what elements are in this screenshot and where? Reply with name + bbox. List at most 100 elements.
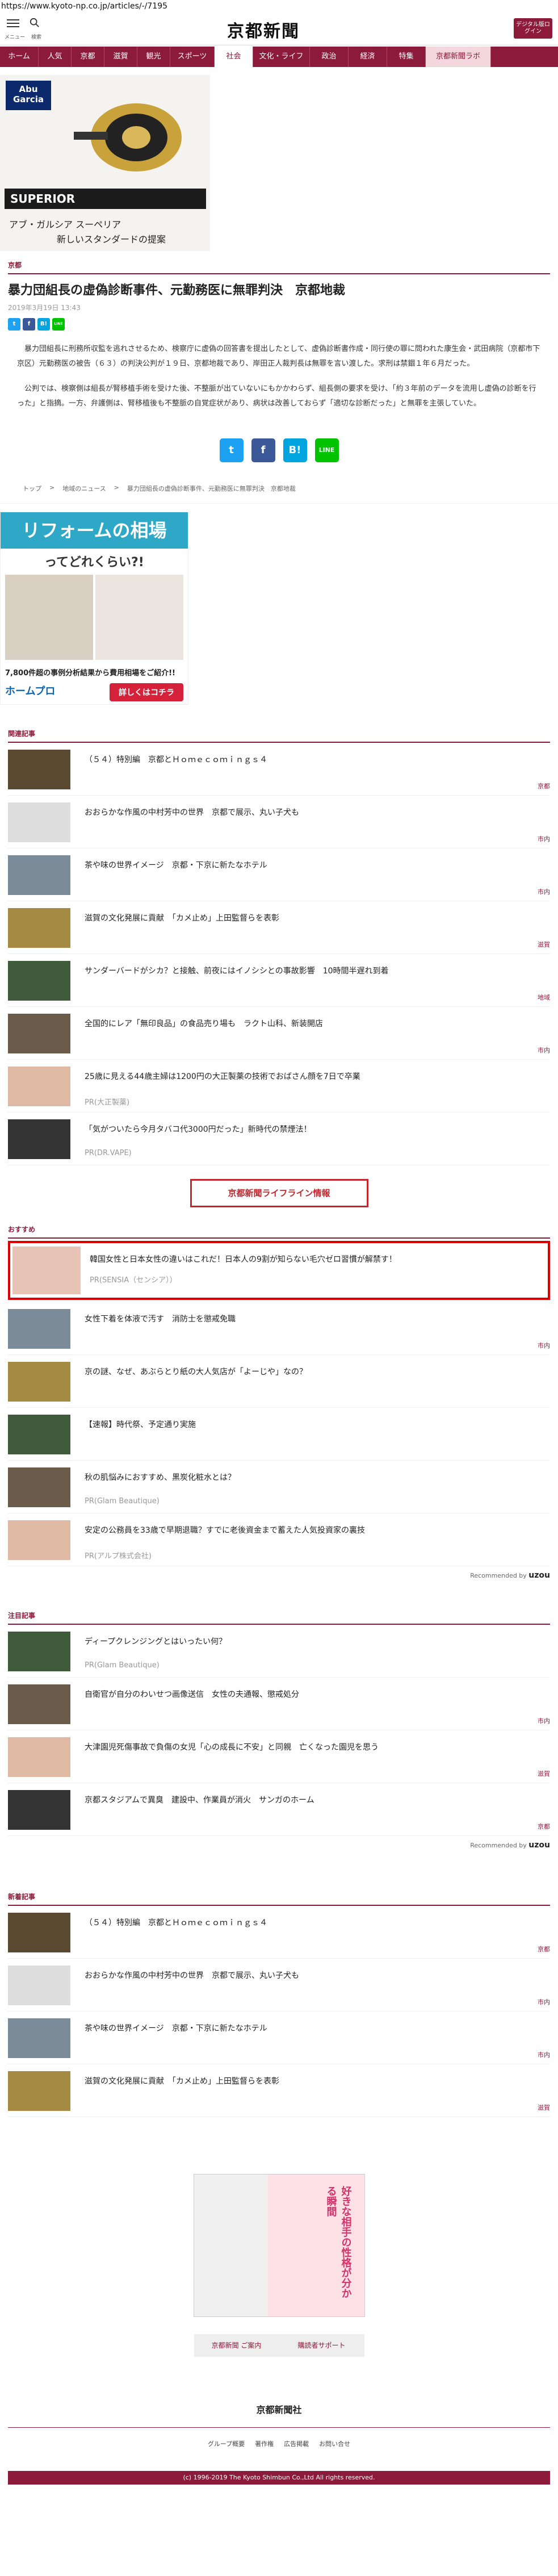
bottom-ad-manga[interactable]: 好きな相手の性格が分かる瞬間 xyxy=(193,2174,365,2317)
recommend-featured-item[interactable]: 韓国女性と日本女性の違いはこれだ！日本人の9割が知らない毛穴ゼロ習慣が解禁す！ … xyxy=(8,1241,550,1300)
line-share-icon[interactable]: LINE xyxy=(52,318,65,331)
thumbnail xyxy=(8,1790,70,1830)
nav-item[interactable]: 政治 xyxy=(310,47,349,67)
list-item[interactable]: 茶や味の世界イメージ 京都・下京に新たなホテル 市内 xyxy=(8,848,550,901)
item-title: 韓国女性と日本女性の違いはこれだ！日本人の9割が知らない毛穴ゼロ習慣が解禁す！ xyxy=(90,1255,397,1264)
item-category: 京都 xyxy=(538,1946,550,1953)
item-title: 安定の公務員を33歳で早期退職？すでに老後資金まで蓄えた人気投資家の裏技 xyxy=(85,1526,365,1535)
nav-item[interactable]: 文化・ライフ xyxy=(253,47,310,67)
item-category: 市内 xyxy=(538,835,550,843)
item-title: おおらかな作風の中村芳中の世界 京都で展示、丸い子犬も xyxy=(85,1971,299,1980)
list-item[interactable]: 自衛官が自分のわいせつ画像送信 女性の夫通報、懲戒処分市内 xyxy=(8,1678,550,1730)
list-item[interactable]: 25歳に見える44歳主婦は1200円の大正製薬の技術でおばさん顔を7日で卒業 PR… xyxy=(8,1060,550,1113)
list-item[interactable]: 【速報】時代祭、予定通り実施 xyxy=(8,1408,550,1461)
breadcrumb-item[interactable]: トップ xyxy=(23,484,41,493)
hatena-share-icon[interactable]: B! xyxy=(37,318,50,331)
line-share-icon[interactable]: LINE xyxy=(314,438,339,462)
list-item[interactable]: 安定の公務員を33歳で早期退職？すでに老後資金まで蓄えた人気投資家の裏技 PR(ア… xyxy=(8,1513,550,1566)
thumbnail xyxy=(12,1247,81,1294)
item-title: 京の謎、なぜ、あぶらとり紙の大人気店が「よーじや」なの？ xyxy=(85,1368,307,1377)
item-category: 市内 xyxy=(538,1717,550,1725)
item-sponsor: PR(SENSIA（センシア）） xyxy=(90,1276,177,1285)
footer-support-button[interactable]: 購読者サポート xyxy=(279,2334,364,2357)
item-title: 秋の肌悩みにおすすめ、黒炭化粧水とは？ xyxy=(85,1473,236,1482)
nav-item[interactable]: 京都新聞ラボ xyxy=(426,47,491,67)
item-category: 市内 xyxy=(538,1998,550,2006)
list-item[interactable]: 大津園児死傷事故で負傷の女児「心の成長に不安」と同親 亡くなった園児を思う 滋賀 xyxy=(8,1730,550,1783)
list-item[interactable]: サンダーバードがシカ？と接触、前夜にはイノシシとの事故影響 10時間半遅れ到着地… xyxy=(8,954,550,1007)
ad-headline: リフォームの相場 xyxy=(1,512,188,549)
item-title: 自衛官が自分のわいせつ画像送信 女性の夫通報、懲戒処分 xyxy=(85,1690,299,1699)
thumbnail xyxy=(8,750,70,789)
nav-item[interactable]: 京都 xyxy=(72,47,104,67)
thumbnail xyxy=(8,1913,70,1952)
facebook-share-icon[interactable]: f xyxy=(23,318,35,331)
list-item[interactable]: おおらかな作風の中村芳中の世界 京都で展示、丸い子犬も 市内 xyxy=(8,796,550,848)
ad-cta-button[interactable]: 詳しくはコチラ xyxy=(110,683,183,701)
list-item[interactable]: （５４）特別編 京都とＨｏｍｅｃｏｍｉｎｇｓ４ 京都 xyxy=(8,1906,550,1959)
list-item[interactable]: 全国的にレア「無印良品」の食品売り場も ラクト山科、新装開店 市内 xyxy=(8,1007,550,1060)
nav-item[interactable]: 社会 xyxy=(215,47,253,67)
item-title: 「気がついたら今月タバコ代3000円だった」新時代の禁煙法！ xyxy=(85,1125,312,1134)
item-title: 全国的にレア「無印良品」の食品売り場も ラクト山科、新装開店 xyxy=(85,1019,323,1028)
list-item[interactable]: 茶や味の世界イメージ 京都・下京に新たなホテル 市内 xyxy=(8,2012,550,2064)
thumbnail xyxy=(8,1520,70,1560)
ad-product-name: SUPERIOR xyxy=(5,189,206,209)
list-item[interactable]: 滋賀の文化発展に貢献 「カメ止め」上田監督らを表彰 滋賀 xyxy=(8,2064,550,2117)
ad-banner-abu-garcia[interactable]: Abu Garcia SUPERIOR アブ・ガルシア スーペリア 新しいスタン… xyxy=(0,75,210,251)
footer-buttons: 京都新聞 ご案内 購読者サポート xyxy=(194,2334,364,2357)
breadcrumb-item[interactable]: 地域のニュース xyxy=(62,484,106,493)
footer-info-button[interactable]: 京都新聞 ご案内 xyxy=(194,2334,279,2357)
item-sponsor: PR(DR.VAPE) xyxy=(85,1149,132,1157)
recommended-by: Recommended by uzou xyxy=(0,1836,558,1854)
related-list: （５４）特別編 京都とＨｏｍｅｃｏｍｉｎｇｓ４ 京都 おおらかな作風の中村芳中の世界… xyxy=(0,743,558,1165)
thumbnail xyxy=(8,1966,70,2005)
digital-login-button[interactable]: デジタル版ログイン xyxy=(514,18,552,39)
list-item[interactable]: 女性下着を体液で汚す 消防士を懲戒免職 市内 xyxy=(8,1302,550,1355)
breadcrumb-item: 暴力団組長の虚偽診断事件、元勤務医に無罪判決 京都地裁 xyxy=(127,485,296,492)
item-title: 大津園児死傷事故で負傷の女児「心の成長に不安」と同親 亡くなった園児を思う xyxy=(85,1743,379,1752)
breadcrumb-sep: > xyxy=(49,484,55,491)
site-logo[interactable]: 京都新聞 xyxy=(227,17,300,42)
list-item[interactable]: 京都スタジアムで異臭 建設中、作業員が消火 サンガのホーム 京都 xyxy=(8,1783,550,1836)
footer-link[interactable]: 広告掲載 xyxy=(284,2439,309,2448)
nav-item[interactable]: スポーツ xyxy=(170,47,215,67)
share-small: t f B! LINE xyxy=(0,312,558,336)
footer-link[interactable]: お問い合せ xyxy=(319,2439,350,2448)
latest-list: （５４）特別編 京都とＨｏｍｅｃｏｍｉｎｇｓ４ 京都 おおらかな作風の中村芳中の世界… xyxy=(0,1906,558,2117)
nav-item[interactable]: 滋賀 xyxy=(104,47,137,67)
item-category: 滋賀 xyxy=(538,2104,550,2111)
abu-garcia-logo: Abu Garcia xyxy=(6,81,51,110)
hatena-share-icon[interactable]: B! xyxy=(283,438,307,462)
footer-link[interactable]: グループ概要 xyxy=(208,2439,245,2448)
list-item[interactable]: おおらかな作風の中村芳中の世界 京都で展示、丸い子犬も市内 xyxy=(8,1959,550,2012)
item-title: ディープクレンジングとはいったい何？ xyxy=(85,1637,227,1646)
browser-url-bar[interactable]: https://www.kyoto-np.co.jp/articles/-/71… xyxy=(0,0,558,12)
ad-banner-homepro[interactable]: リフォームの相場 ってどれくらい?! 7,800件超の事例分析結果から費用相場を… xyxy=(0,512,188,705)
list-item[interactable]: 秋の肌悩みにおすすめ、黒炭化粧水とは？ PR(Glam Beautique) xyxy=(8,1461,550,1513)
nav-item[interactable]: 人気 xyxy=(39,47,72,67)
list-item[interactable]: （５４）特別編 京都とＨｏｍｅｃｏｍｉｎｇｓ４ 京都 xyxy=(8,743,550,796)
list-item[interactable]: 京の謎、なぜ、あぶらとり紙の大人気店が「よーじや」なの？ xyxy=(8,1355,550,1408)
divider xyxy=(8,1237,550,1239)
ad-photos xyxy=(5,575,183,660)
thumbnail xyxy=(8,1014,70,1053)
lifeline-button[interactable]: 京都新聞ライフライン情報 xyxy=(190,1179,368,1207)
nav-item[interactable]: 特集 xyxy=(387,47,426,67)
list-item[interactable]: ディープクレンジングとはいったい何？ PR(Glam Beautique) xyxy=(8,1625,550,1678)
menu-icon[interactable] xyxy=(7,17,19,30)
item-title: （５４）特別編 京都とＨｏｍｅｃｏｍｉｎｇｓ４ xyxy=(85,755,267,764)
menu-label: メニュー xyxy=(5,35,26,40)
footer-link[interactable]: 著作権 xyxy=(255,2439,274,2448)
list-item[interactable]: 「気がついたら今月タバコ代3000円だった」新時代の禁煙法！ PR(DR.VAPE… xyxy=(8,1113,550,1165)
search-icon[interactable] xyxy=(30,18,40,28)
section-heading: 注目記事 xyxy=(8,1612,36,1620)
nav-item[interactable]: 経済 xyxy=(349,47,387,67)
twitter-share-icon[interactable]: t xyxy=(219,438,244,462)
facebook-share-icon[interactable]: f xyxy=(251,438,275,462)
list-item[interactable]: 滋賀の文化発展に貢献 「カメ止め」上田監督らを表彰 滋賀 xyxy=(8,901,550,954)
twitter-share-icon[interactable]: t xyxy=(8,318,20,331)
footer-logo[interactable]: 京都新聞社 xyxy=(0,2374,558,2416)
nav-item[interactable]: ホーム xyxy=(0,47,39,67)
nav-item[interactable]: 観光 xyxy=(137,47,170,67)
